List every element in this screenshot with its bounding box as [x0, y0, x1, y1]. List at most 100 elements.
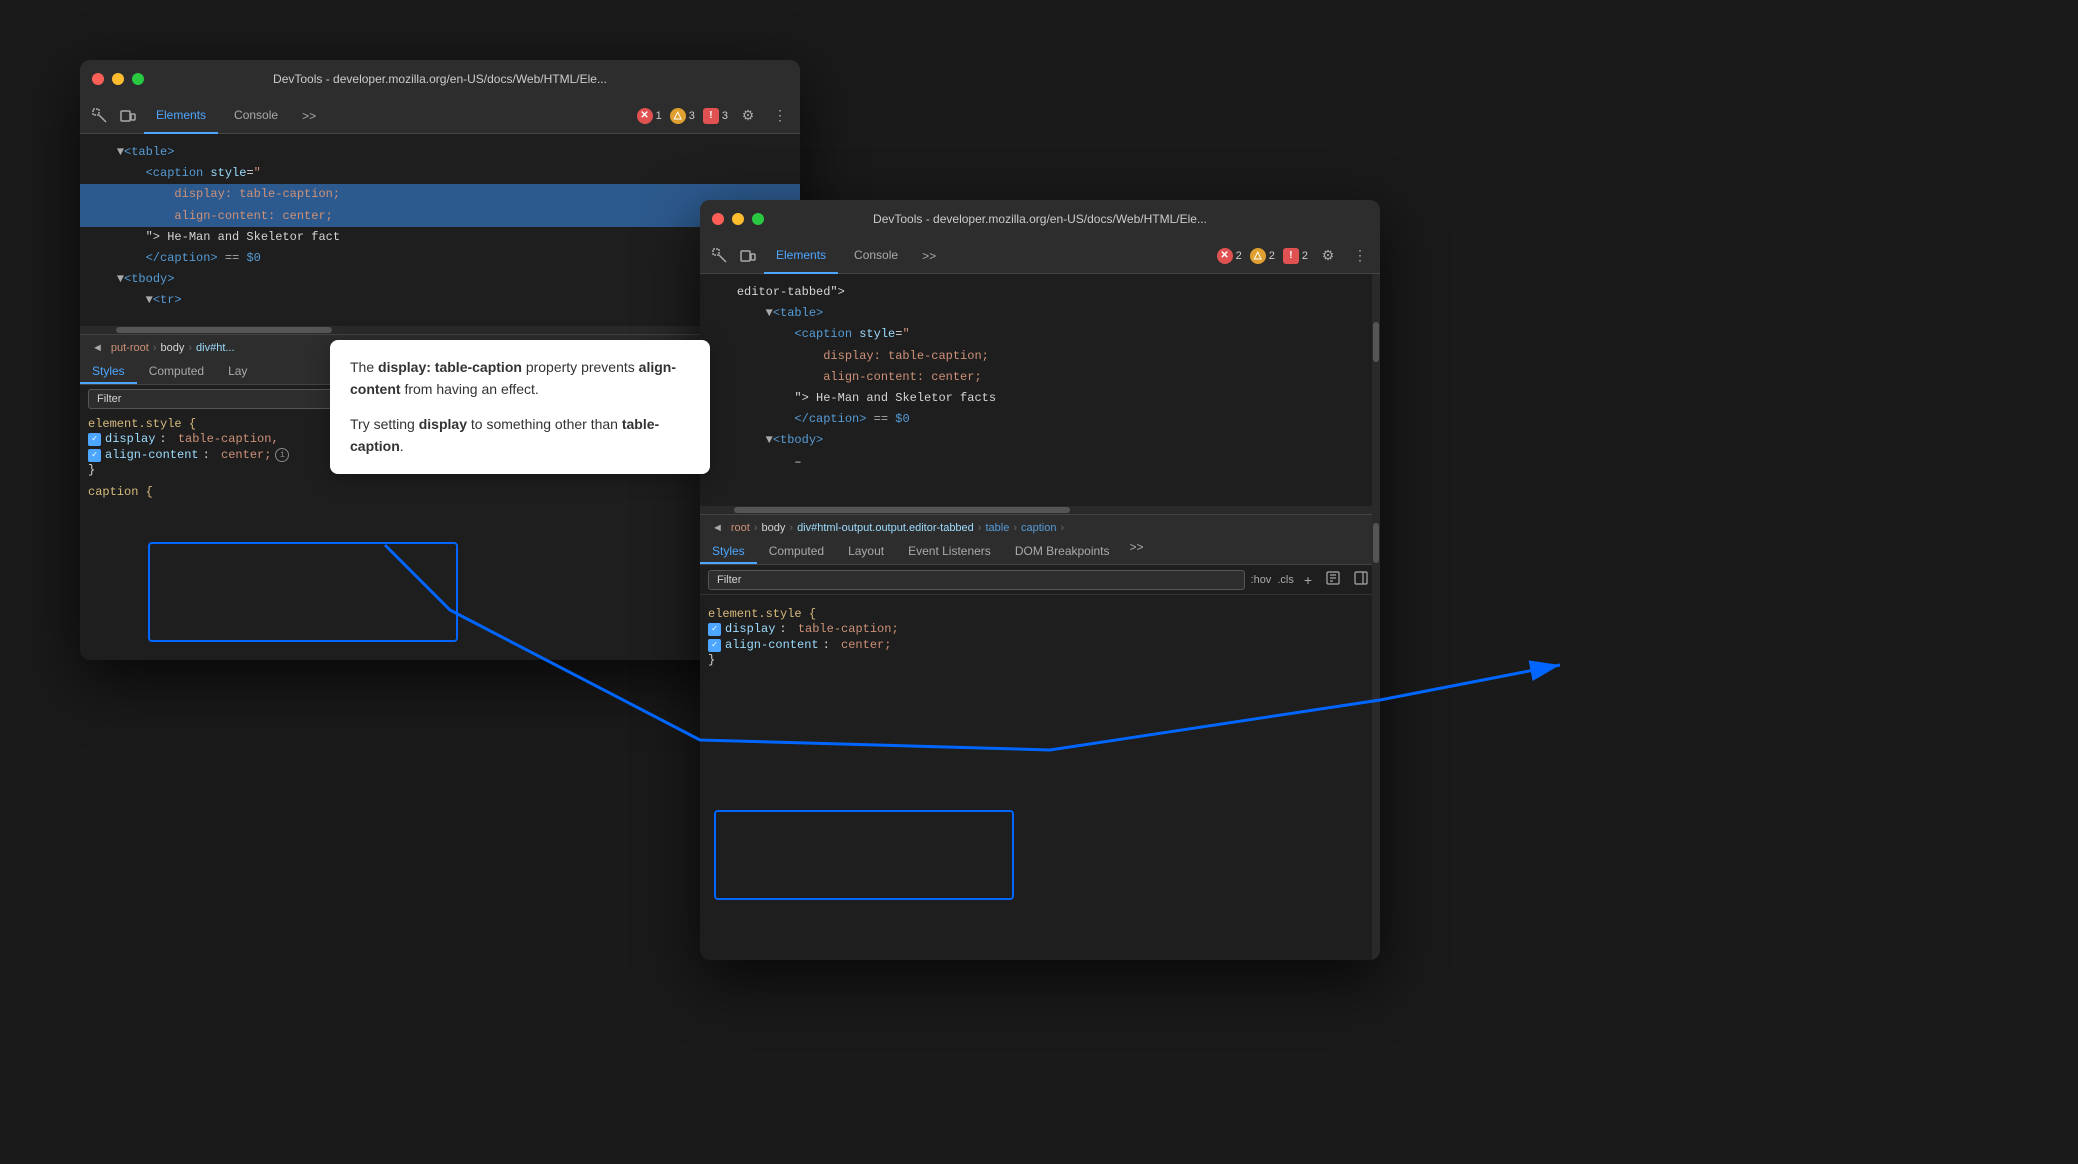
tab-console-1[interactable]: Console: [222, 98, 290, 134]
html-line[interactable]: ▼<tbody>: [700, 430, 1380, 451]
styles-area-2: Styles Computed Layout Event Listeners D…: [700, 540, 1380, 671]
close-button-2[interactable]: [712, 213, 724, 225]
minimize-button-1[interactable]: [112, 73, 124, 85]
style-close-2: }: [708, 653, 1372, 667]
styles-tabs-2: Styles Computed Layout Event Listeners D…: [700, 540, 1380, 565]
caption-rule: caption {: [80, 481, 800, 503]
tab-more-2[interactable]: >>: [914, 249, 944, 263]
html-line-selected[interactable]: display: table-caption;: [80, 184, 800, 205]
html-line[interactable]: ▼<tbody>: [80, 269, 800, 290]
menu-icon-1[interactable]: ⋮: [768, 104, 792, 128]
info-icon[interactable]: i: [275, 448, 289, 462]
cls-button[interactable]: .cls: [1277, 574, 1294, 586]
html-line[interactable]: </caption> == $0: [700, 409, 1380, 430]
tab-computed-2[interactable]: Computed: [757, 540, 836, 564]
tab-dom-breakpoints-2[interactable]: DOM Breakpoints: [1003, 540, 1122, 564]
property-checkbox-align[interactable]: [708, 639, 721, 652]
property-checkbox-display[interactable]: [708, 623, 721, 636]
new-style-rule-icon[interactable]: [1322, 569, 1344, 590]
breadcrumb-item[interactable]: div#html-output.output.editor-tabbed: [797, 522, 974, 534]
minimize-button-2[interactable]: [732, 213, 744, 225]
device-icon-2[interactable]: [736, 244, 760, 268]
html-panel-1: ▼<table> <caption style=" display: table…: [80, 134, 800, 334]
tab-layout-1[interactable]: Lay: [216, 360, 259, 384]
menu-icon-2[interactable]: ⋮: [1348, 244, 1372, 268]
devtools-window-2: DevTools - developer.mozilla.org/en-US/d…: [700, 200, 1380, 960]
tab-console-2[interactable]: Console: [842, 238, 910, 274]
info-badge-1: ! 3: [703, 108, 728, 124]
inspect-icon-2[interactable]: [708, 244, 732, 268]
error-badge-1: ✕ 1: [637, 108, 662, 124]
element-style-rule-2: element.style { display : table-caption;…: [700, 603, 1380, 671]
tab-event-listeners-2[interactable]: Event Listeners: [896, 540, 1003, 564]
filter-row-2: :hov .cls +: [700, 565, 1380, 595]
close-button-1[interactable]: [92, 73, 104, 85]
property-checkbox[interactable]: [88, 449, 101, 462]
breadcrumb-item[interactable]: body: [762, 522, 786, 534]
breadcrumb-item[interactable]: div#ht...: [196, 342, 235, 354]
tab-more-1[interactable]: >>: [294, 109, 324, 123]
toolbar-1: Elements Console >> ✕ 1 △ 3 ! 3 ⚙ ⋮: [80, 98, 800, 134]
device-icon[interactable]: [116, 104, 140, 128]
html-line[interactable]: align-content: center;: [700, 367, 1380, 388]
style-selector-2: element.style {: [708, 607, 1372, 621]
tooltip-text-2: Try setting display to something other t…: [350, 413, 690, 458]
html-line[interactable]: –: [700, 452, 1380, 473]
tooltip-text-1: The display: table-caption property prev…: [350, 356, 690, 401]
toolbar-2: Elements Console >> ✕ 2 △ 2 ! 2 ⚙ ⋮: [700, 238, 1380, 274]
tab-computed-1[interactable]: Computed: [137, 360, 216, 384]
html-line[interactable]: <caption style=": [700, 324, 1380, 345]
html-line[interactable]: "> He-Man and Skeletor fact: [80, 227, 800, 248]
html-line[interactable]: </caption> == $0: [80, 248, 800, 269]
maximize-button-2[interactable]: [752, 213, 764, 225]
tab-elements-2[interactable]: Elements: [764, 238, 838, 274]
breadcrumb-back-2[interactable]: ◄: [708, 520, 727, 536]
maximize-button-1[interactable]: [132, 73, 144, 85]
window-title-2: DevTools - developer.mozilla.org/en-US/d…: [873, 212, 1207, 226]
property-checkbox[interactable]: [88, 433, 101, 446]
tab-layout-2[interactable]: Layout: [836, 540, 896, 564]
breadcrumb-item[interactable]: root: [731, 522, 750, 534]
tab-elements-1[interactable]: Elements: [144, 98, 218, 134]
breadcrumb-item[interactable]: put-root: [111, 342, 149, 354]
hov-button[interactable]: :hov: [1251, 574, 1272, 586]
inspect-icon[interactable]: [88, 104, 112, 128]
breadcrumb-item[interactable]: caption: [1021, 522, 1056, 534]
html-line-selected[interactable]: align-content: center;: [80, 206, 800, 227]
info-badge-2: ! 2: [1283, 248, 1308, 264]
style-property-row-align: align-content : center;: [708, 637, 1372, 653]
html-line[interactable]: ▼<tr>: [80, 290, 800, 311]
html-line[interactable]: <caption style=": [80, 163, 800, 184]
warn-badge-2: △ 2: [1250, 248, 1275, 264]
filter-input-2[interactable]: [708, 570, 1245, 590]
breadcrumb-item[interactable]: table: [985, 522, 1009, 534]
badges-2: ✕ 2 △ 2 ! 2 ⚙ ⋮: [1217, 244, 1372, 268]
badges-1: ✕ 1 △ 3 ! 3 ⚙ ⋮: [637, 104, 792, 128]
highlight-box-1: [148, 542, 458, 642]
scrollbar-2[interactable]: [1372, 274, 1380, 514]
breadcrumb-item[interactable]: body: [160, 342, 184, 354]
gear-icon-2[interactable]: ⚙: [1316, 244, 1340, 268]
html-line[interactable]: display: table-caption;: [700, 346, 1380, 367]
scrollbar-main-2[interactable]: [1372, 500, 1380, 960]
warn-badge-1: △ 3: [670, 108, 695, 124]
tab-styles-1[interactable]: Styles: [80, 360, 137, 384]
titlebar-1: DevTools - developer.mozilla.org/en-US/d…: [80, 60, 800, 98]
titlebar-2: DevTools - developer.mozilla.org/en-US/d…: [700, 200, 1380, 238]
tab-more-styles-2[interactable]: >>: [1122, 540, 1152, 564]
html-line[interactable]: ▼<table>: [80, 142, 800, 163]
window-title-1: DevTools - developer.mozilla.org/en-US/d…: [273, 72, 607, 86]
style-property-row-display: display : table-caption;: [708, 621, 1372, 637]
error-badge-2: ✕ 2: [1217, 248, 1242, 264]
breadcrumb-2: ◄ root › body › div#html-output.output.e…: [700, 514, 1380, 540]
toggle-sidebar-icon[interactable]: [1350, 569, 1372, 590]
tab-styles-2[interactable]: Styles: [700, 540, 757, 564]
add-style-icon[interactable]: +: [1300, 570, 1316, 590]
html-line[interactable]: "> He-Man and Skeletor facts: [700, 388, 1380, 409]
breadcrumb-back-1[interactable]: ◄: [88, 340, 107, 356]
tooltip-popup: The display: table-caption property prev…: [330, 340, 710, 474]
html-line[interactable]: editor-tabbed">: [700, 282, 1380, 303]
html-line[interactable]: ▼<table>: [700, 303, 1380, 324]
gear-icon-1[interactable]: ⚙: [736, 104, 760, 128]
highlight-box-2: [714, 810, 1014, 900]
